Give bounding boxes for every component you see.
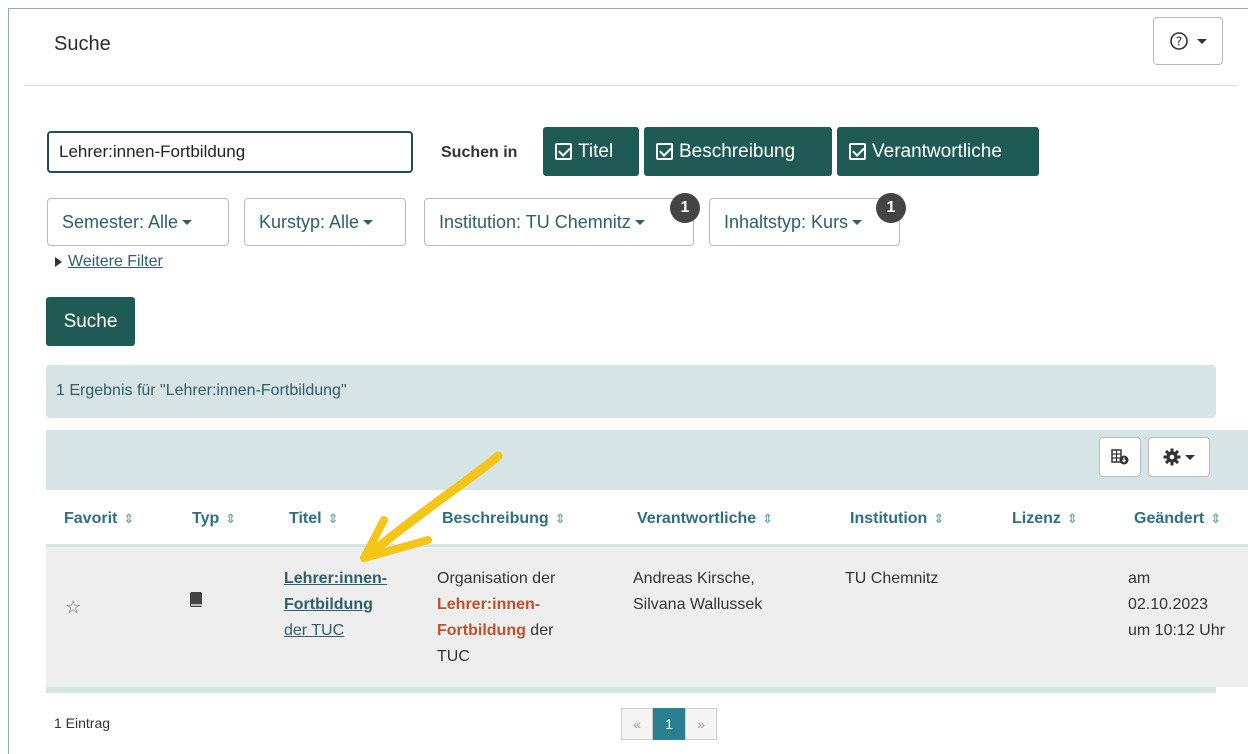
scope-toggle-verantwortliche[interactable]: Verantwortliche	[837, 127, 1039, 176]
pagination-page[interactable]: 1	[653, 708, 685, 740]
gear-icon	[1163, 448, 1181, 466]
description-text: der	[525, 622, 554, 639]
checkbox-checked-icon	[849, 143, 866, 160]
divider	[24, 85, 1238, 86]
sort-icon: ⇕	[1066, 510, 1078, 526]
column-label: Typ	[192, 510, 220, 527]
export-button[interactable]	[1099, 437, 1141, 477]
table-export-icon	[1111, 449, 1129, 465]
scope-toggle-beschreibung[interactable]: Beschreibung	[644, 127, 832, 176]
caret-right-icon	[55, 256, 62, 267]
description-text: TUC	[437, 648, 470, 665]
column-label: Lizenz	[1012, 510, 1061, 527]
filter-label: Inhaltstyp: Kurs	[724, 211, 849, 232]
chevron-down-icon	[1185, 454, 1195, 460]
sort-icon: ⇕	[225, 510, 237, 526]
help-button[interactable]: ?	[1153, 17, 1223, 65]
svg-text:?: ?	[1176, 35, 1182, 49]
column-header-titel[interactable]: Titel ⇕	[289, 510, 339, 528]
sort-icon: ⇕	[933, 510, 945, 526]
filter-count-badge: 1	[876, 193, 906, 223]
changed-text: um 10:12 Uhr	[1128, 622, 1225, 639]
search-input[interactable]	[47, 131, 413, 173]
filter-inhaltstyp[interactable]: Inhaltstyp: Kurs	[709, 198, 900, 246]
column-header-verantwortliche[interactable]: Verantwortliche ⇕	[637, 510, 773, 528]
column-header-institution[interactable]: Institution ⇕	[850, 510, 944, 528]
question-circle-icon: ?	[1170, 32, 1188, 50]
column-header-geaendert[interactable]: Geändert ⇕	[1134, 510, 1221, 528]
chevron-down-icon	[363, 219, 374, 225]
scope-label: Beschreibung	[679, 140, 796, 162]
description-highlight: Fortbildung	[437, 622, 526, 639]
pagination-prev[interactable]: «	[621, 708, 653, 740]
changed-cell: am 02.10.2023 um 10:12 Uhr	[1128, 566, 1225, 644]
suchen-in-label: Suchen in	[441, 144, 518, 161]
filter-count-badge: 1	[670, 193, 700, 223]
sort-icon: ⇕	[327, 510, 339, 526]
title-text: der TUC	[284, 622, 345, 639]
responsible-name: Silvana Wallussek	[633, 596, 763, 613]
column-header-lizenz[interactable]: Lizenz ⇕	[1012, 510, 1078, 528]
column-label: Verantwortliche	[637, 510, 757, 527]
row-divider	[46, 687, 1216, 693]
table-toolbar	[46, 430, 1248, 490]
chevron-down-icon	[1197, 38, 1207, 44]
filter-label: Semester: Alle	[62, 211, 179, 232]
settings-button[interactable]	[1148, 437, 1210, 477]
scope-label: Verantwortliche	[872, 140, 1002, 162]
checkbox-checked-icon	[555, 143, 572, 160]
pagination: « 1 »	[621, 708, 717, 740]
responsible-name: Andreas Kirsche,	[633, 570, 755, 587]
sort-icon: ⇕	[554, 510, 566, 526]
changed-text: am	[1128, 570, 1151, 587]
chevron-down-icon	[852, 219, 863, 225]
more-filters-toggle[interactable]: Weitere Filter	[55, 253, 163, 271]
scope-label: Titel	[578, 140, 614, 162]
changed-text: 02.10.2023	[1128, 596, 1209, 613]
favorite-star-icon[interactable]: ☆	[65, 594, 81, 620]
page-title: Suche	[54, 33, 111, 55]
sort-icon: ⇕	[762, 510, 774, 526]
result-title-link[interactable]: Lehrer:innen- Fortbildung der TUC	[284, 566, 387, 644]
column-header-beschreibung[interactable]: Beschreibung ⇕	[442, 510, 566, 528]
column-label: Geändert	[1134, 510, 1205, 527]
more-filters-label: Weitere Filter	[68, 253, 163, 270]
filter-kurstyp[interactable]: Kurstyp: Alle	[244, 198, 406, 246]
responsible-cell: Andreas Kirsche, Silvana Wallussek	[633, 566, 762, 618]
book-icon	[188, 591, 204, 618]
scope-toggle-titel[interactable]: Titel	[543, 127, 639, 176]
column-label: Institution	[850, 510, 928, 527]
checkbox-checked-icon	[656, 143, 673, 160]
result-summary: 1 Ergebnis für "Lehrer:innen-Fortbildung…	[46, 365, 1216, 418]
column-header-favorit[interactable]: Favorit ⇕	[64, 510, 134, 528]
column-label: Favorit	[64, 510, 118, 527]
filter-label: Institution: TU Chemnitz	[439, 211, 631, 232]
institution-cell: TU Chemnitz	[845, 570, 939, 587]
sort-icon: ⇕	[123, 510, 135, 526]
column-label: Beschreibung	[442, 510, 549, 527]
filter-institution[interactable]: Institution: TU Chemnitz	[424, 198, 694, 246]
column-header-typ[interactable]: Typ ⇕	[192, 510, 236, 528]
description-highlight: Lehrer:innen-	[437, 596, 541, 613]
pagination-next[interactable]: »	[685, 708, 717, 740]
title-highlight: Lehrer:innen-	[284, 570, 388, 587]
description-cell: Organisation der Lehrer:innen- Fortbildu…	[437, 566, 555, 670]
title-highlight: Fortbildung	[284, 596, 373, 613]
entry-count: 1 Eintrag	[54, 715, 111, 731]
sort-icon: ⇕	[1210, 510, 1222, 526]
chevron-down-icon	[182, 219, 193, 225]
filter-label: Kurstyp: Alle	[259, 211, 360, 232]
filter-semester[interactable]: Semester: Alle	[47, 198, 229, 246]
chevron-down-icon	[634, 219, 645, 225]
column-label: Titel	[289, 510, 322, 527]
description-text: Organisation der	[437, 570, 556, 587]
search-button[interactable]: Suche	[46, 297, 135, 346]
